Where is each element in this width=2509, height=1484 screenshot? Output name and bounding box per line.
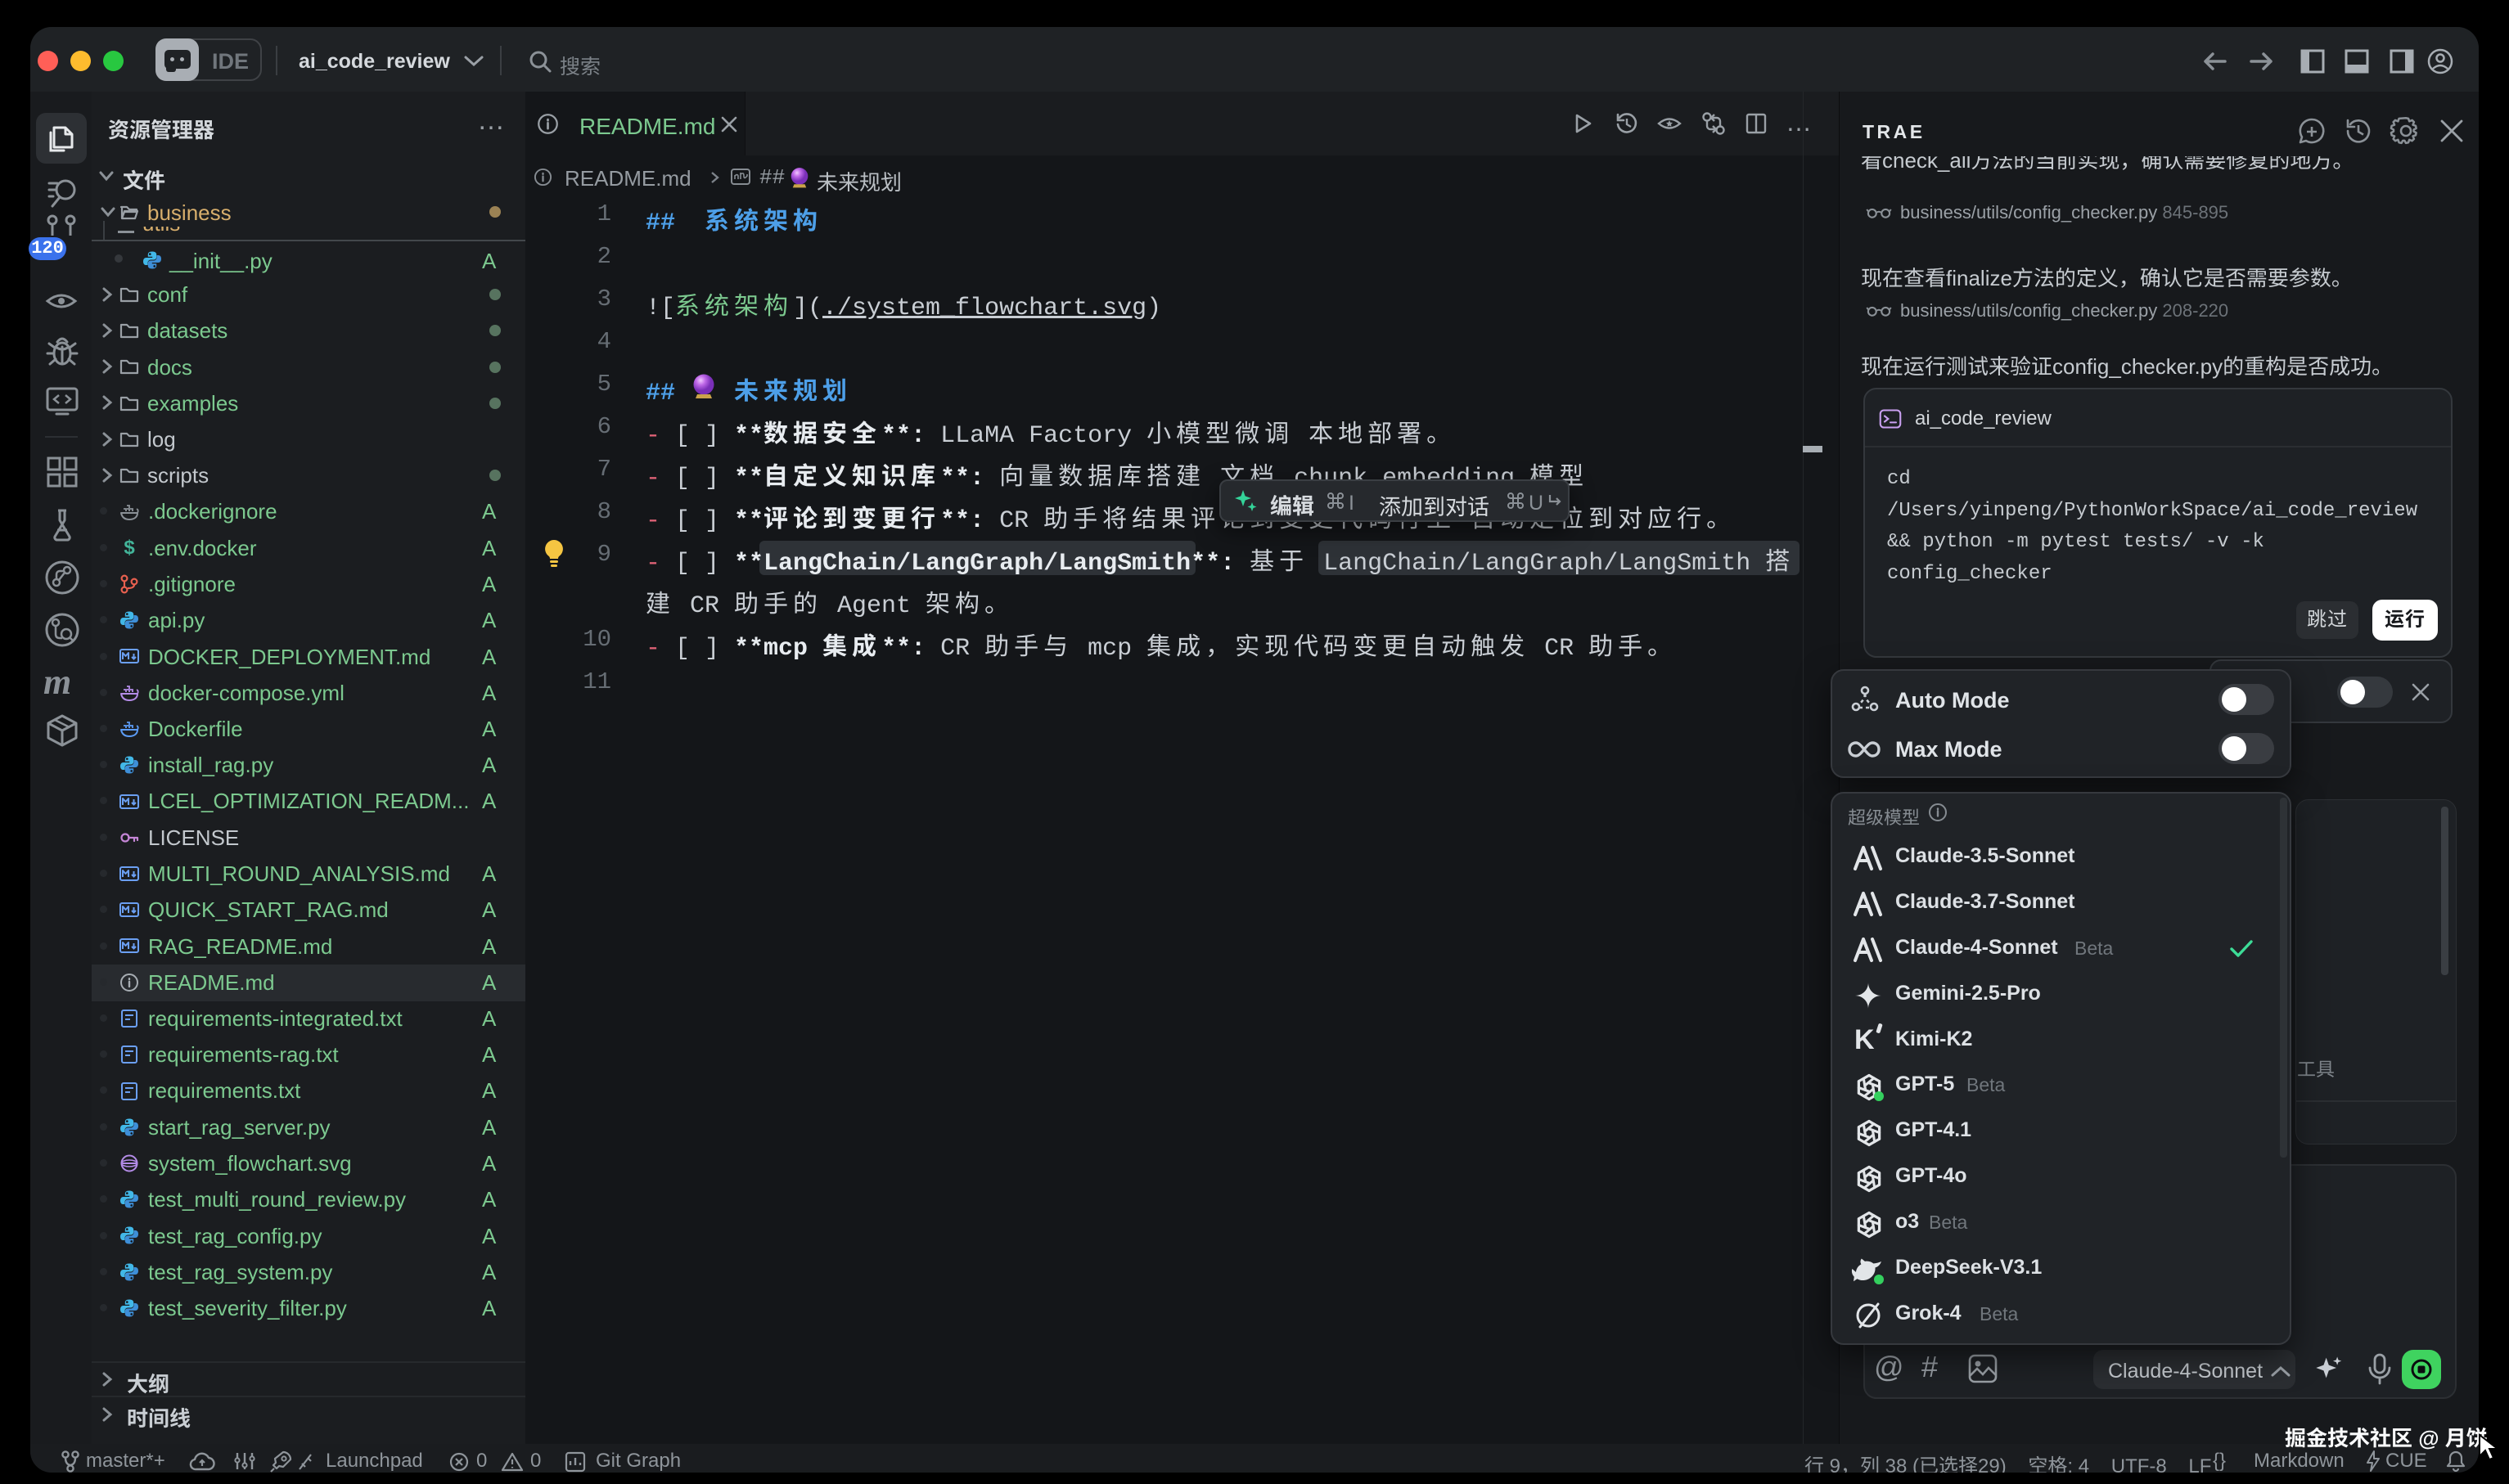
svg-text:$: $ — [124, 537, 135, 559]
